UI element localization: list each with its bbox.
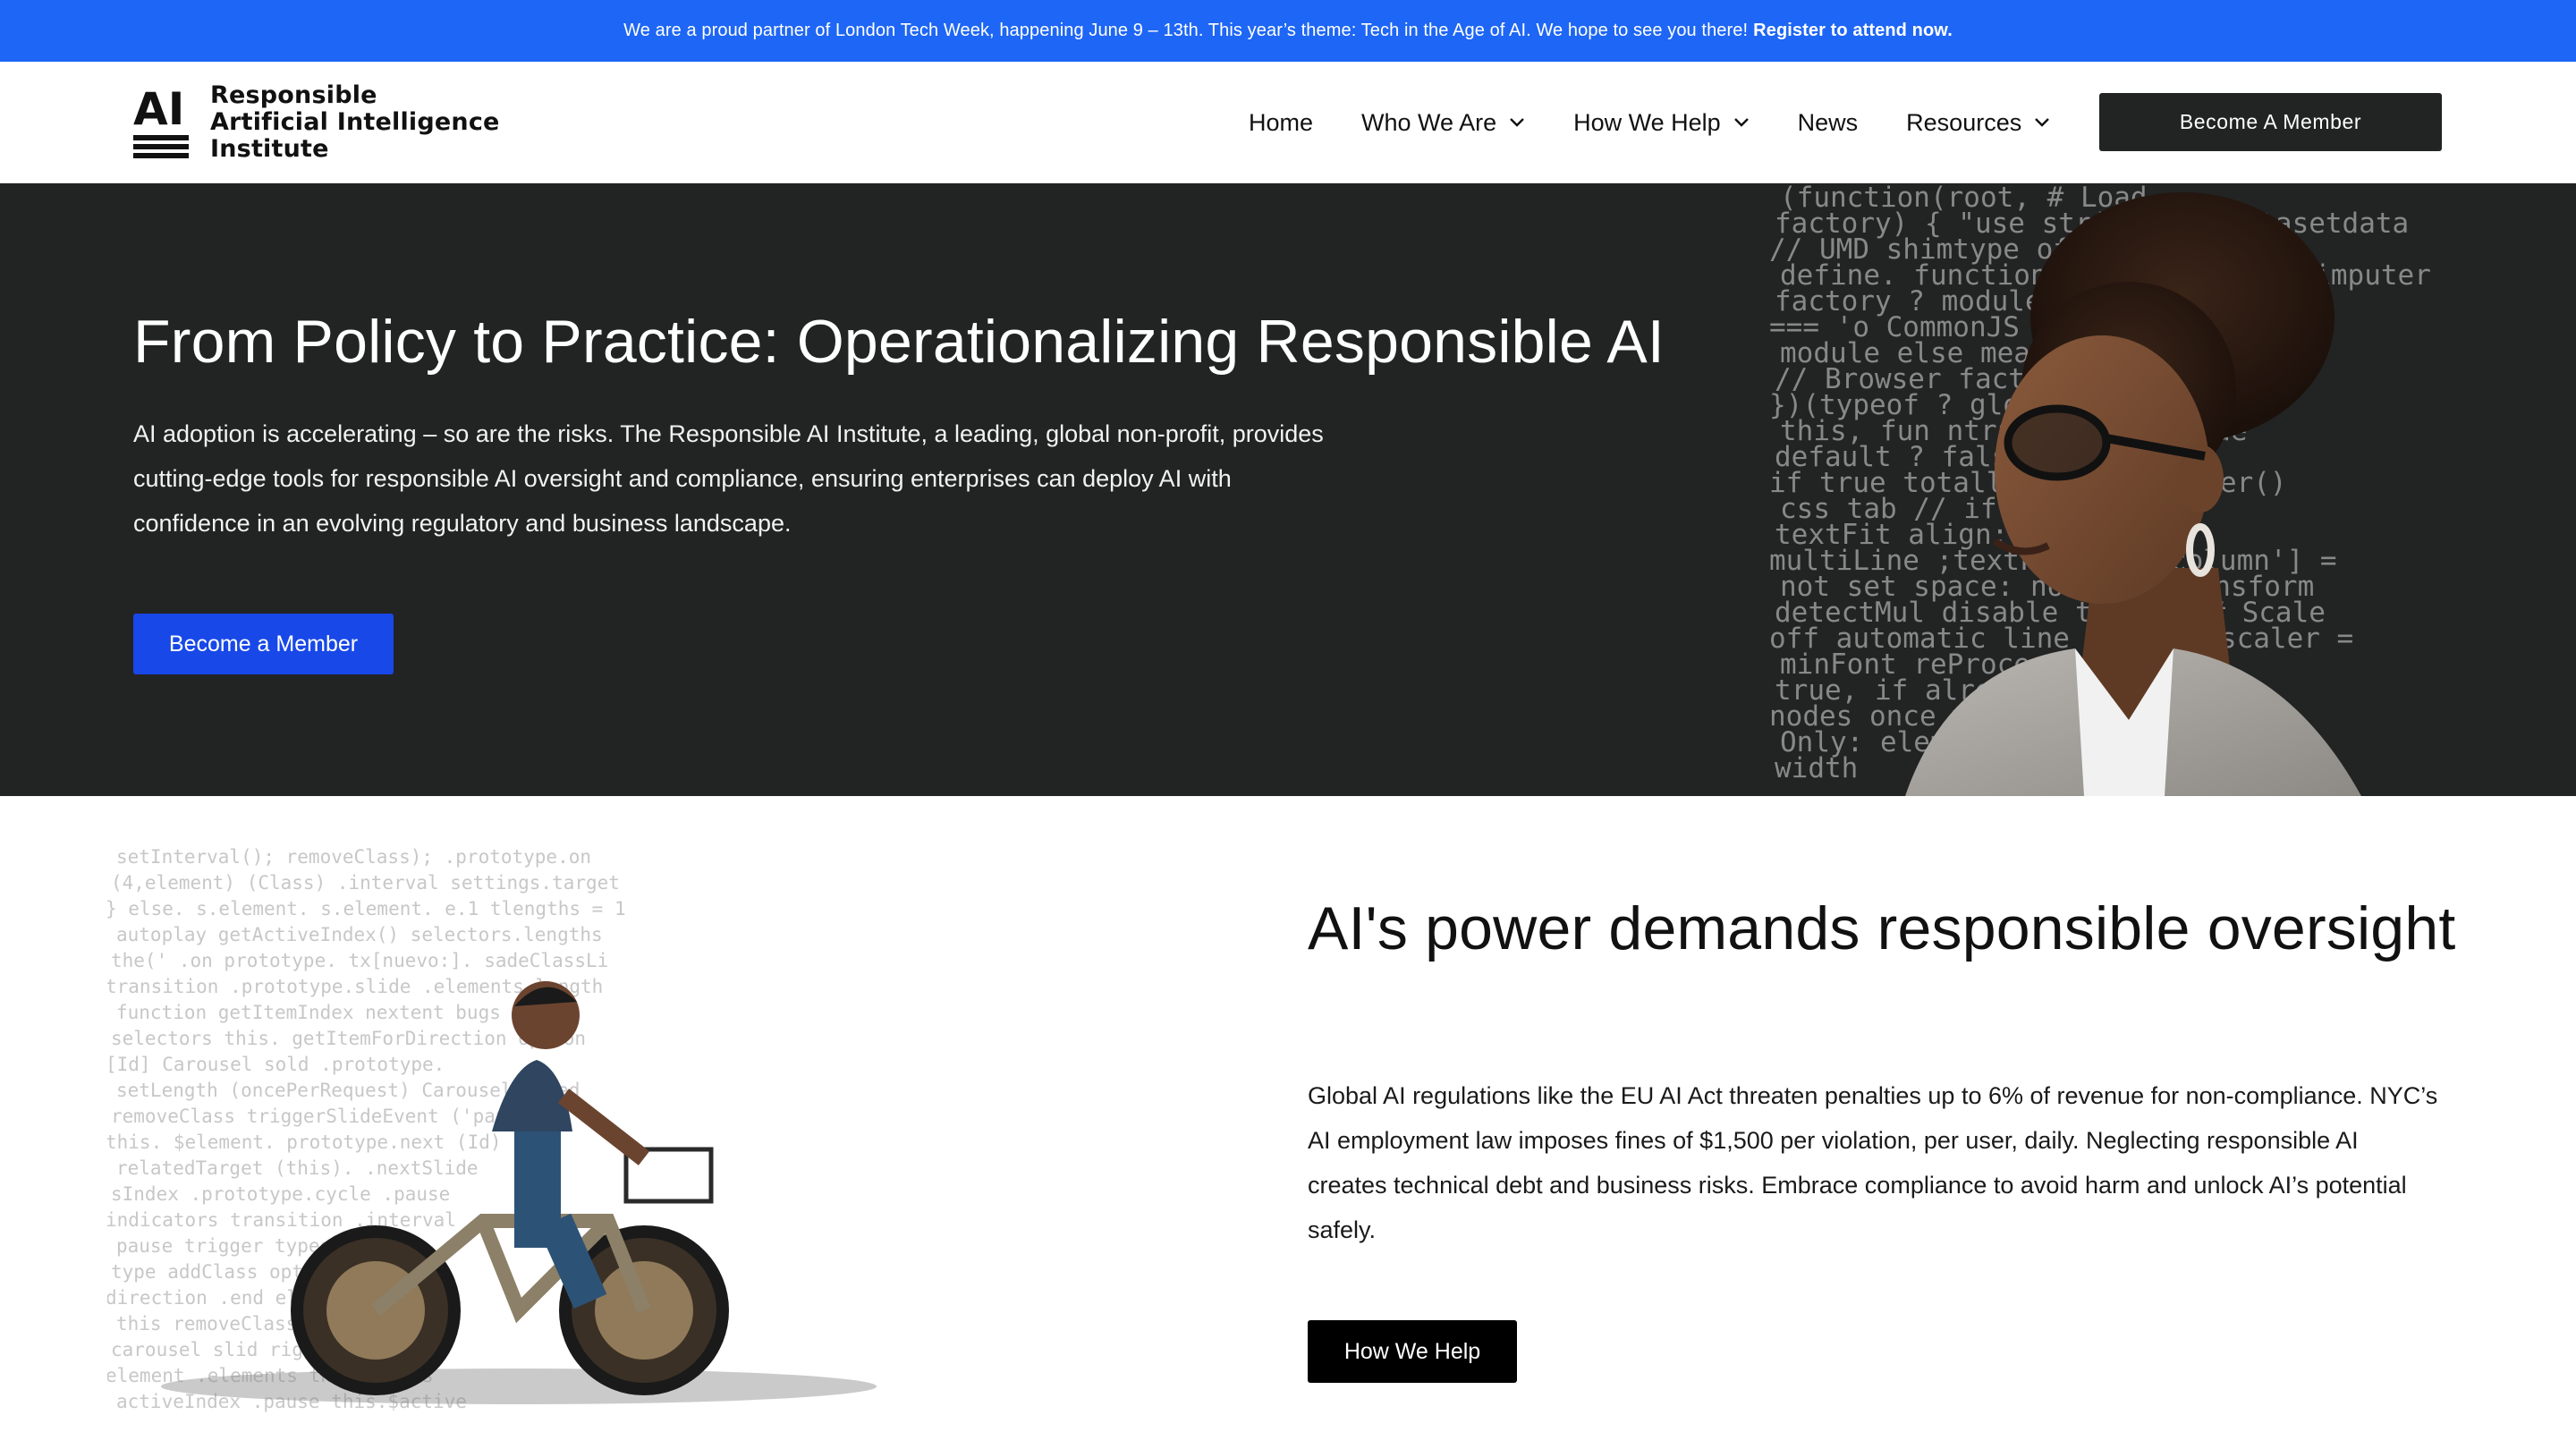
nav-item-who-we-are[interactable]: Who We Are <box>1361 109 1525 137</box>
oversight-code-line: this. $element. prototype.next (Id) <box>107 1131 502 1153</box>
oversight-title: AI's power demands responsible oversight <box>1308 894 2456 962</box>
oversight-code-line: autoplay getActiveIndex() selectors.leng… <box>116 924 603 945</box>
logo-mark-text: AI <box>133 85 184 135</box>
cyclist-image: setInterval(); removeClass); .prototype.… <box>107 846 877 1412</box>
nav-label: Who We Are <box>1361 108 1497 136</box>
announcement-text: We are a proud partner of London Tech We… <box>623 21 1749 40</box>
main-nav: Home Who We Are How We Help News Resourc… <box>1249 62 2098 183</box>
oversight-code-line: selectors this. getItemForDirection opti… <box>111 1028 586 1049</box>
hero-woman-image: (function(root, # Loadfactory) { "use st… <box>1769 183 2431 796</box>
oversight-code-line: the(' .on prototype. tx[nuevo:]. sadeCla… <box>111 950 608 971</box>
logo-line-3: Institute <box>210 135 329 163</box>
nav-item-resources[interactable]: Resources <box>1906 109 2050 137</box>
become-member-button[interactable]: Become a Member <box>133 614 394 674</box>
how-we-help-button[interactable]: How We Help <box>1308 1320 1517 1383</box>
become-member-header-button[interactable]: Become A Member <box>2099 93 2442 151</box>
hero-title: From Policy to Practice: Operationalizin… <box>133 308 1665 376</box>
oversight-code-line: indicators transition .interval <box>107 1209 456 1231</box>
nav-label: Home <box>1249 108 1314 136</box>
oversight-code-line: function getItemIndex nextent bugs .next <box>116 1002 569 1023</box>
logo-wordmark: Responsible Artificial Intelligence Inst… <box>210 82 500 163</box>
nav-label: How We Help <box>1573 108 1721 136</box>
logo-line-1: Responsible <box>210 81 377 109</box>
nav-label: Resources <box>1906 108 2022 136</box>
hero-code-line: width <box>1775 752 1858 784</box>
ai-logo-icon: AI <box>133 85 189 158</box>
oversight-code-line: (4,element) (Class) .interval settings.t… <box>111 872 620 894</box>
page: We are a proud partner of London Tech We… <box>0 0 2576 1449</box>
chevron-down-icon <box>1510 118 1524 127</box>
oversight-code-line: relatedTarget (this). .nextSlide <box>116 1157 479 1179</box>
oversight-code-line: } else. s.element. s.element. e.1 tlengt… <box>107 898 626 919</box>
hero-section: From Policy to Practice: Operationalizin… <box>0 183 2576 796</box>
nav-item-how-we-help[interactable]: How We Help <box>1573 109 1750 137</box>
logo-line-2: Artificial Intelligence <box>210 108 500 136</box>
chevron-down-icon <box>2035 118 2050 127</box>
site-logo[interactable]: AI Responsible Artificial Intelligence I… <box>133 82 500 163</box>
chevron-down-icon <box>1733 118 1749 127</box>
register-link[interactable]: Register to attend now. <box>1753 21 1953 41</box>
oversight-body: Global AI regulations like the EU AI Act… <box>1308 1082 2438 1243</box>
site-header: AI Responsible Artificial Intelligence I… <box>0 62 2576 183</box>
oversight-code-line: sIndex .prototype.cycle .pause <box>111 1183 450 1205</box>
nav-item-home[interactable]: Home <box>1249 109 1313 137</box>
oversight-code-line: [Id] Carousel sold .prototype. <box>107 1054 445 1075</box>
oversight-code-line: setInterval(); removeClass); .prototype.… <box>116 846 591 868</box>
announcement-bar: We are a proud partner of London Tech We… <box>0 0 2576 62</box>
nav-label: News <box>1797 108 1859 136</box>
hero-body: AI adoption is accelerating – so are the… <box>133 420 1324 537</box>
nav-item-news[interactable]: News <box>1798 109 1859 137</box>
